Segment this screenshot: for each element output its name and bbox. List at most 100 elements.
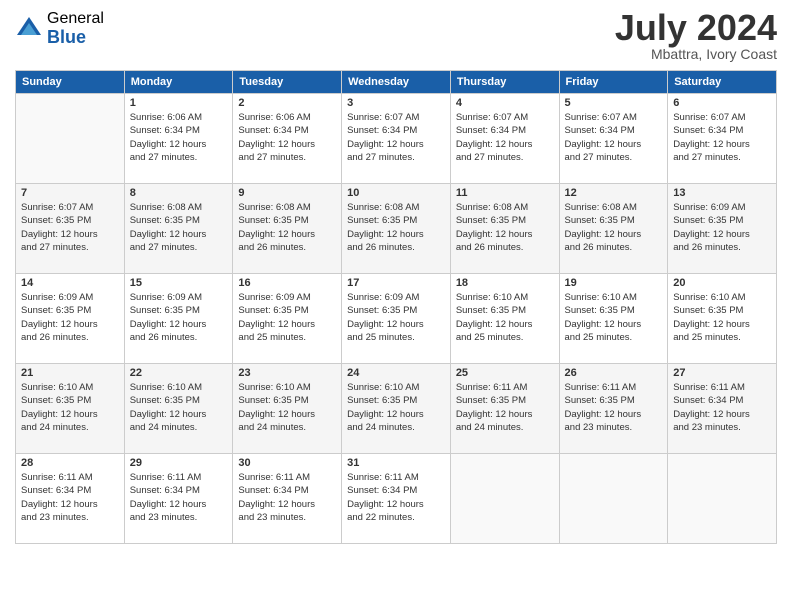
table-row [450,454,559,544]
day-number: 17 [347,277,445,289]
col-sunday: Sunday [16,71,125,94]
day-number: 9 [238,187,336,199]
day-number: 15 [130,277,228,289]
day-info: Sunrise: 6:08 AM Sunset: 6:35 PM Dayligh… [130,201,228,254]
table-row [668,454,777,544]
logo-general: General [47,10,104,28]
day-info: Sunrise: 6:09 AM Sunset: 6:35 PM Dayligh… [347,291,445,344]
table-row: 13 Sunrise: 6:09 AM Sunset: 6:35 PM Dayli… [668,184,777,274]
table-row: 9 Sunrise: 6:08 AM Sunset: 6:35 PM Daylig… [233,184,342,274]
day-info: Sunrise: 6:10 AM Sunset: 6:35 PM Dayligh… [673,291,771,344]
day-info: Sunrise: 6:10 AM Sunset: 6:35 PM Dayligh… [21,381,119,434]
col-tuesday: Tuesday [233,71,342,94]
day-info: Sunrise: 6:11 AM Sunset: 6:34 PM Dayligh… [21,471,119,524]
location: Mbattra, Ivory Coast [615,46,777,62]
day-info: Sunrise: 6:11 AM Sunset: 6:34 PM Dayligh… [238,471,336,524]
logo-text: General Blue [47,10,104,47]
table-row: 28 Sunrise: 6:11 AM Sunset: 6:34 PM Dayli… [16,454,125,544]
day-info: Sunrise: 6:07 AM Sunset: 6:34 PM Dayligh… [456,111,554,164]
day-number: 8 [130,187,228,199]
day-number: 23 [238,367,336,379]
day-number: 4 [456,97,554,109]
logo-icon [15,15,43,43]
table-row: 21 Sunrise: 6:10 AM Sunset: 6:35 PM Dayli… [16,364,125,454]
calendar-header-row: Sunday Monday Tuesday Wednesday Thursday… [16,71,777,94]
day-info: Sunrise: 6:07 AM Sunset: 6:34 PM Dayligh… [673,111,771,164]
day-info: Sunrise: 6:07 AM Sunset: 6:35 PM Dayligh… [21,201,119,254]
table-row: 6 Sunrise: 6:07 AM Sunset: 6:34 PM Daylig… [668,94,777,184]
header: General Blue July 2024 Mbattra, Ivory Co… [15,10,777,62]
table-row: 25 Sunrise: 6:11 AM Sunset: 6:35 PM Dayli… [450,364,559,454]
day-number: 5 [565,97,663,109]
calendar-week-row: 7 Sunrise: 6:07 AM Sunset: 6:35 PM Daylig… [16,184,777,274]
day-info: Sunrise: 6:11 AM Sunset: 6:34 PM Dayligh… [130,471,228,524]
table-row: 8 Sunrise: 6:08 AM Sunset: 6:35 PM Daylig… [124,184,233,274]
day-info: Sunrise: 6:10 AM Sunset: 6:35 PM Dayligh… [238,381,336,434]
day-info: Sunrise: 6:09 AM Sunset: 6:35 PM Dayligh… [21,291,119,344]
day-number: 18 [456,277,554,289]
table-row: 16 Sunrise: 6:09 AM Sunset: 6:35 PM Dayli… [233,274,342,364]
table-row [16,94,125,184]
table-row: 31 Sunrise: 6:11 AM Sunset: 6:34 PM Dayli… [342,454,451,544]
day-number: 29 [130,457,228,469]
table-row: 10Sunrise: 6:08 AM Sunset: 6:35 PM Dayli… [342,184,451,274]
table-row: 27Sunrise: 6:11 AM Sunset: 6:34 PM Dayli… [668,364,777,454]
col-saturday: Saturday [668,71,777,94]
table-row: 23 Sunrise: 6:10 AM Sunset: 6:35 PM Dayli… [233,364,342,454]
col-thursday: Thursday [450,71,559,94]
day-info: Sunrise: 6:09 AM Sunset: 6:35 PM Dayligh… [673,201,771,254]
day-info: Sunrise: 6:07 AM Sunset: 6:34 PM Dayligh… [565,111,663,164]
calendar-week-row: 21 Sunrise: 6:10 AM Sunset: 6:35 PM Dayli… [16,364,777,454]
day-number: 13 [673,187,771,199]
table-row: 7 Sunrise: 6:07 AM Sunset: 6:35 PM Daylig… [16,184,125,274]
day-number: 14 [21,277,119,289]
day-info: Sunrise: 6:10 AM Sunset: 6:35 PM Dayligh… [456,291,554,344]
day-number: 20 [673,277,771,289]
col-friday: Friday [559,71,668,94]
table-row: 4 Sunrise: 6:07 AM Sunset: 6:34 PM Daylig… [450,94,559,184]
day-info: Sunrise: 6:08 AM Sunset: 6:35 PM Dayligh… [456,201,554,254]
table-row: 26Sunrise: 6:11 AM Sunset: 6:35 PM Dayli… [559,364,668,454]
title-section: July 2024 Mbattra, Ivory Coast [615,10,777,62]
day-number: 11 [456,187,554,199]
day-number: 27 [673,367,771,379]
table-row: 1Sunrise: 6:06 AM Sunset: 6:34 PM Daylig… [124,94,233,184]
table-row: 18 Sunrise: 6:10 AM Sunset: 6:35 PM Dayli… [450,274,559,364]
col-wednesday: Wednesday [342,71,451,94]
day-number: 31 [347,457,445,469]
day-number: 28 [21,457,119,469]
day-number: 21 [21,367,119,379]
day-info: Sunrise: 6:07 AM Sunset: 6:34 PM Dayligh… [347,111,445,164]
table-row [559,454,668,544]
day-number: 6 [673,97,771,109]
day-number: 19 [565,277,663,289]
day-number: 7 [21,187,119,199]
calendar-week-row: 1Sunrise: 6:06 AM Sunset: 6:34 PM Daylig… [16,94,777,184]
table-row: 5 Sunrise: 6:07 AM Sunset: 6:34 PM Daylig… [559,94,668,184]
table-row: 20 Sunrise: 6:10 AM Sunset: 6:35 PM Dayli… [668,274,777,364]
day-info: Sunrise: 6:11 AM Sunset: 6:34 PM Dayligh… [347,471,445,524]
day-info: Sunrise: 6:10 AM Sunset: 6:35 PM Dayligh… [130,381,228,434]
day-info: Sunrise: 6:10 AM Sunset: 6:35 PM Dayligh… [347,381,445,434]
day-number: 25 [456,367,554,379]
day-info: Sunrise: 6:06 AM Sunset: 6:34 PM Dayligh… [238,111,336,164]
table-row: 24 Sunrise: 6:10 AM Sunset: 6:35 PM Dayli… [342,364,451,454]
table-row: 30Sunrise: 6:11 AM Sunset: 6:34 PM Dayli… [233,454,342,544]
day-info: Sunrise: 6:11 AM Sunset: 6:35 PM Dayligh… [456,381,554,434]
day-number: 24 [347,367,445,379]
day-number: 22 [130,367,228,379]
table-row: 22 Sunrise: 6:10 AM Sunset: 6:35 PM Dayli… [124,364,233,454]
logo-blue: Blue [47,28,104,48]
day-info: Sunrise: 6:08 AM Sunset: 6:35 PM Dayligh… [238,201,336,254]
table-row: 3 Sunrise: 6:07 AM Sunset: 6:34 PM Daylig… [342,94,451,184]
day-number: 2 [238,97,336,109]
day-number: 12 [565,187,663,199]
day-number: 16 [238,277,336,289]
day-info: Sunrise: 6:06 AM Sunset: 6:34 PM Dayligh… [130,111,228,164]
day-number: 3 [347,97,445,109]
calendar-week-row: 28 Sunrise: 6:11 AM Sunset: 6:34 PM Dayli… [16,454,777,544]
day-info: Sunrise: 6:08 AM Sunset: 6:35 PM Dayligh… [565,201,663,254]
day-info: Sunrise: 6:09 AM Sunset: 6:35 PM Dayligh… [238,291,336,344]
page: General Blue July 2024 Mbattra, Ivory Co… [0,0,792,612]
table-row: 15Sunrise: 6:09 AM Sunset: 6:35 PM Dayli… [124,274,233,364]
